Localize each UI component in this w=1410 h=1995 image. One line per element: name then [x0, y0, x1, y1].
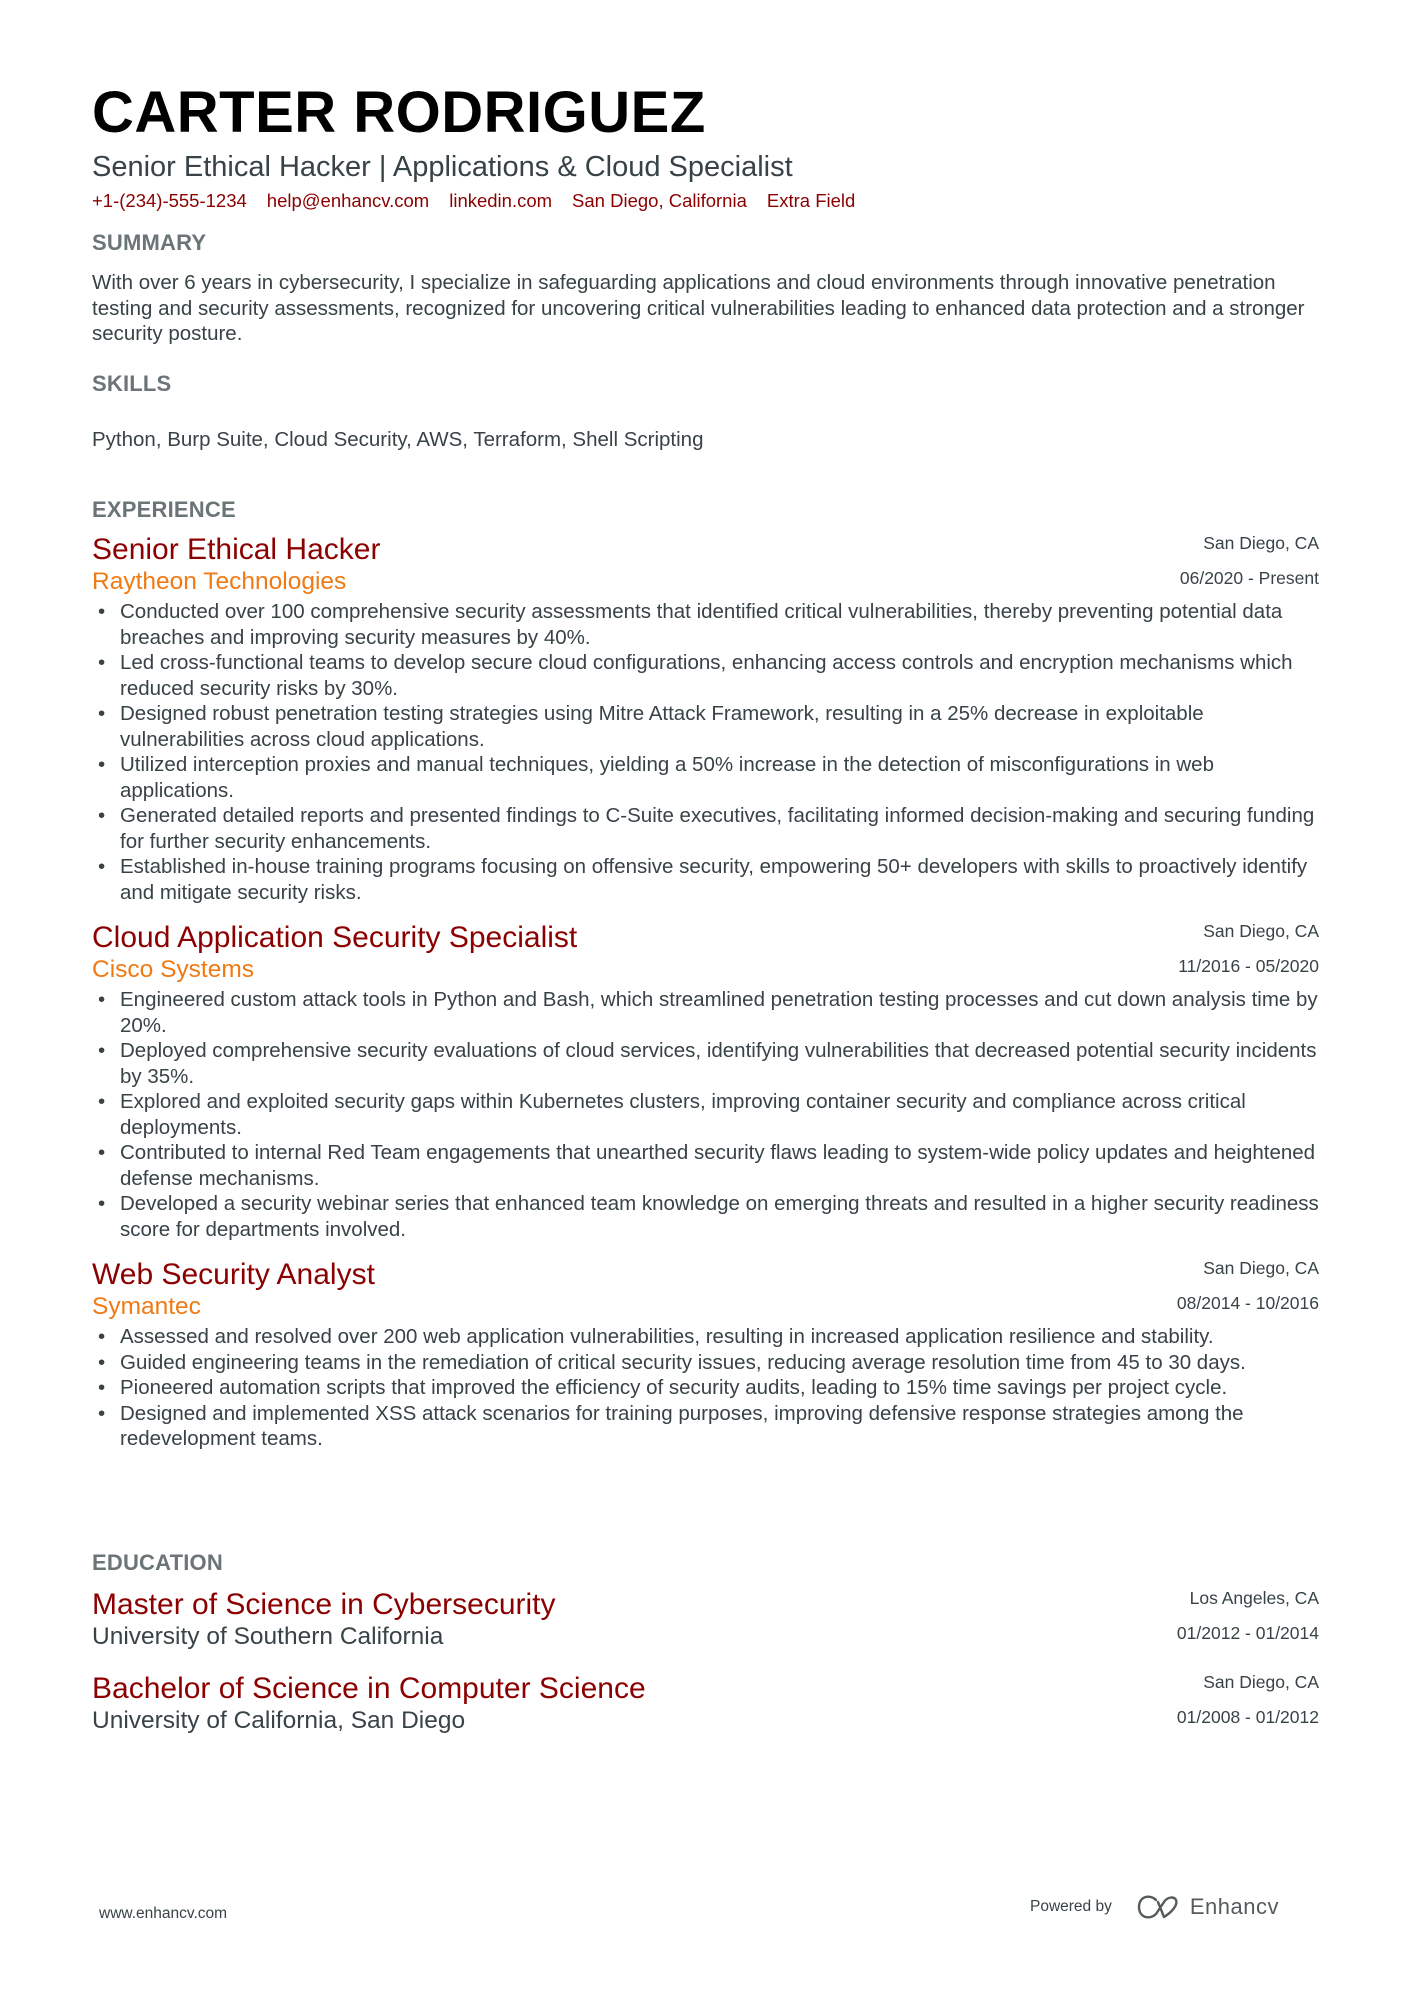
- bullet-item: Designed and implemented XSS attack scen…: [98, 1401, 1319, 1452]
- company-name: Raytheon Technologies: [92, 568, 347, 595]
- contact-location: San Diego, California: [572, 189, 747, 211]
- company-name: Cisco Systems: [92, 956, 255, 983]
- footer-website-link[interactable]: www.enhancv.com: [99, 1905, 227, 1923]
- school-location: San Diego, CA: [1203, 1672, 1319, 1692]
- degree-title: Bachelor of Science in Computer Science: [92, 1672, 646, 1705]
- bullet-item: Contributed to internal Red Team engagem…: [98, 1140, 1319, 1191]
- education-entry: Bachelor of Science in Computer Science …: [92, 1670, 1319, 1742]
- bullet-item: Designed robust penetration testing stra…: [98, 701, 1319, 752]
- job-location: San Diego, CA: [1203, 921, 1319, 941]
- school-name: University of Southern California: [92, 1623, 444, 1650]
- summary-text: With over 6 years in cybersecurity, I sp…: [92, 271, 1305, 345]
- experience-heading: EXPERIENCE: [92, 497, 236, 522]
- bullet-item: Explored and exploited security gaps wit…: [98, 1089, 1319, 1140]
- job-bullets: Assessed and resolved over 200 web appli…: [92, 1324, 1319, 1452]
- job-title: Cloud Application Security Specialist: [92, 921, 578, 954]
- bullet-item: Deployed comprehensive security evaluati…: [98, 1038, 1319, 1089]
- summary-heading: SUMMARY: [92, 230, 207, 255]
- job-location: San Diego, CA: [1203, 1258, 1319, 1278]
- job-location: San Diego, CA: [1203, 533, 1319, 553]
- contact-email[interactable]: help@enhancv.com: [267, 190, 429, 212]
- skills-list: Python, Burp Suite, Cloud Security, AWS,…: [92, 428, 704, 451]
- footer-branding: Powered by Enhancv: [1030, 1894, 1279, 1920]
- job-bullets: Conducted over 100 comprehensive securit…: [92, 599, 1319, 905]
- bullet-item: Led cross-functional teams to develop se…: [98, 650, 1319, 701]
- experience-entry: Cloud Application Security Specialist Ci…: [92, 919, 1319, 1242]
- education-dates: 01/2012 - 01/2014: [1176, 1623, 1319, 1643]
- powered-by-label: Powered by: [1030, 1898, 1112, 1915]
- job-title: Senior Ethical Hacker: [92, 533, 381, 566]
- bullet-item: Established in-house training programs f…: [98, 854, 1319, 905]
- job-dates: 08/2014 - 10/2016: [1176, 1293, 1319, 1313]
- bullet-item: Developed a security webinar series that…: [98, 1191, 1319, 1242]
- contact-phone[interactable]: +1-(234)-555-1234: [92, 190, 247, 212]
- candidate-name: CARTER RODRIGUEZ: [92, 80, 706, 145]
- skills-heading: SKILLS: [92, 371, 172, 396]
- experience-entry: Senior Ethical Hacker Raytheon Technolog…: [92, 531, 1319, 905]
- candidate-title: Senior Ethical Hacker | Applications & C…: [92, 151, 793, 183]
- experience-entry: Web Security Analyst Symantec San Diego,…: [92, 1256, 1319, 1452]
- degree-title: Master of Science in Cybersecurity: [92, 1588, 556, 1621]
- job-dates: 11/2016 - 05/2020: [1178, 956, 1319, 976]
- experience-section: EXPERIENCE Senior Ethical Hacker Raytheo…: [92, 497, 1319, 1452]
- education-section: EDUCATION Master of Science in Cybersecu…: [92, 1550, 1319, 1742]
- contact-info: +1-(234)-555-1234 help@enhancv.com linke…: [92, 190, 1319, 212]
- job-bullets: Engineered custom attack tools in Python…: [92, 987, 1319, 1242]
- bullet-item: Engineered custom attack tools in Python…: [98, 987, 1319, 1038]
- enhancv-logo-icon: [1137, 1895, 1178, 1919]
- school-name: University of California, San Diego: [92, 1707, 466, 1734]
- summary-section: SUMMARY With over 6 years in cybersecuri…: [92, 230, 1319, 347]
- bullet-item: Generated detailed reports and presented…: [98, 803, 1319, 854]
- school-location: Los Angeles, CA: [1189, 1588, 1319, 1608]
- bullet-item: Conducted over 100 comprehensive securit…: [98, 599, 1319, 650]
- bullet-item: Assessed and resolved over 200 web appli…: [98, 1324, 1319, 1350]
- education-entry: Master of Science in Cybersecurity Unive…: [92, 1586, 1319, 1658]
- enhancv-brand-name: Enhancv: [1189, 1894, 1279, 1919]
- company-name: Symantec: [92, 1293, 201, 1320]
- resume-page: CARTER RODRIGUEZ Senior Ethical Hacker |…: [92, 70, 1319, 1735]
- job-title: Web Security Analyst: [92, 1258, 375, 1291]
- education-dates: 01/2008 - 01/2012: [1176, 1707, 1319, 1727]
- education-heading: EDUCATION: [92, 1550, 223, 1575]
- bullet-item: Utilized interception proxies and manual…: [98, 752, 1319, 803]
- contact-linkedin[interactable]: linkedin.com: [449, 190, 552, 212]
- job-dates: 06/2020 - Present: [1179, 568, 1319, 588]
- bullet-item: Guided engineering teams in the remediat…: [98, 1350, 1319, 1376]
- enhancv-brand-link[interactable]: Enhancv: [1136, 1894, 1279, 1920]
- bullet-item: Pioneered automation scripts that improv…: [98, 1375, 1319, 1401]
- skills-section: SKILLS Python, Burp Suite, Cloud Securit…: [92, 371, 1319, 453]
- contact-extra-field: Extra Field: [766, 189, 856, 211]
